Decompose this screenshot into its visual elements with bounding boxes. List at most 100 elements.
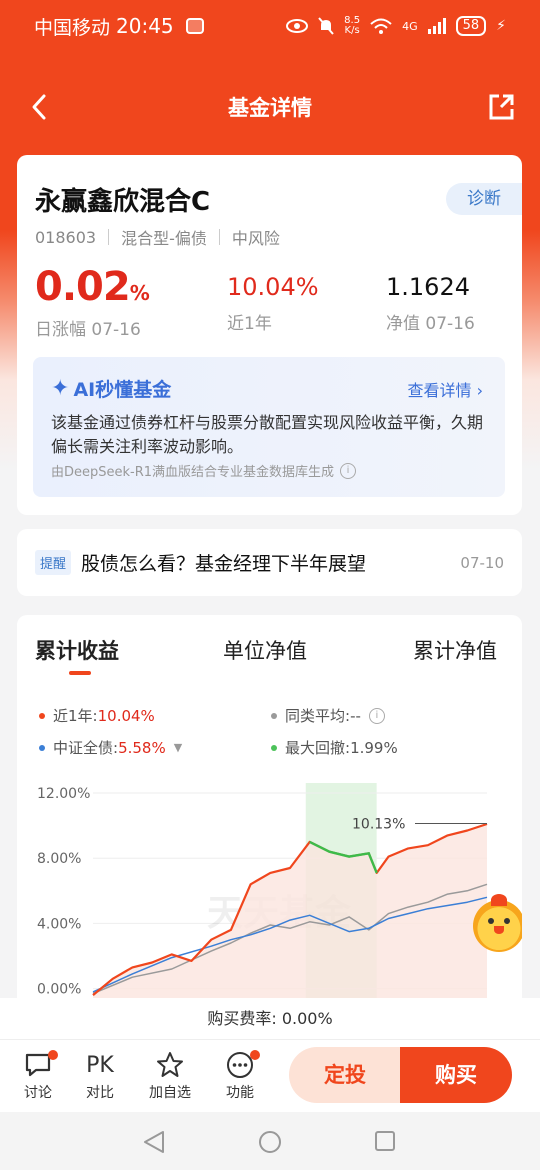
legend-dot [39,744,45,751]
mute-bell-icon [318,17,334,35]
reminder-date: 07-10 [460,553,504,572]
daily-change-label: 日涨幅 07-16 [35,320,141,340]
buy-button[interactable]: 购买 [400,1047,512,1103]
bottom-action-bar: 讨论 PK 对比 加自选 功能 定投 购买 [0,1040,540,1112]
legend-fund-label: 近1年: [53,707,98,725]
functions-button[interactable]: 功能 [210,1048,270,1102]
diagnose-button[interactable]: 诊断 [446,183,522,215]
info-icon[interactable]: i [368,707,385,724]
compare-label: 对比 [86,1085,114,1101]
info-icon[interactable]: i [340,462,357,479]
legend-fund-value: 10.04% [97,706,155,725]
net-speed-unit: K/s [344,25,360,36]
y-tick-label: 0.00% [37,982,81,998]
share-icon[interactable] [486,92,516,122]
legend-bench-value: 5.58% [118,738,166,757]
watchlist-label: 加自选 [149,1085,191,1101]
reminder-text: 股债怎么看？基金经理下半年展望 [81,553,367,575]
legend-peer-value: -- [350,706,361,725]
fee-label: 购买费率: [207,1009,277,1028]
home-circle-icon[interactable] [258,1130,282,1154]
ai-summary-box[interactable]: ✦ AI秒懂基金 查看详情 › 该基金通过债券杠杆与股票分散配置实现风险收益平衡，… [33,357,505,497]
mascot-icon[interactable] [473,894,522,952]
reminder-banner[interactable]: 提醒 股债怎么看？基金经理下半年展望 07-10 [17,529,522,596]
back-triangle-icon[interactable] [143,1130,165,1154]
fund-name: 永赢鑫欣混合C [35,187,211,217]
legend-drawdown: 最大回撤: 1.99% [271,737,398,758]
sip-button[interactable]: 定投 [289,1047,401,1103]
fund-type: 混合型-偏债 [121,229,207,248]
legend-benchmark[interactable]: 中证全债: 5.58% ▼ [39,737,182,758]
performance-chart-card: 累计收益 单位净值 累计净值 近1年: 10.04% 同类平均: -- i 中证全债… [17,615,522,1015]
y-tick-label: 12.00% [37,786,90,802]
tab-cumulative-nav[interactable]: 累计净值 [413,635,497,665]
discuss-label: 讨论 [24,1085,52,1101]
notification-dot [48,1050,58,1060]
legend-bench-label: 中证全债: [53,739,119,757]
carrier-name: 中国移动 [34,16,111,39]
signal-icon [427,18,446,34]
page-title: 基金详情 [228,96,312,120]
year-return-label: 近1年 [227,314,272,334]
ai-summary-title: AI秒懂基金 [73,379,172,401]
y-tick-label: 8.00% [37,851,81,867]
legend-peer: 同类平均: -- i [271,705,385,726]
status-bar: 中国移动 20:45 8.5 K/s 4G 58 ⚡ [0,0,540,52]
daily-change-value: 0.02 [35,264,131,310]
daily-change-metric: 0.02% 日涨幅 07-16 [35,267,150,340]
ai-summary-text: 该基金通过债券杠杆与股票分散配置实现风险收益平衡，久期偏长需关注利率波动影响。 [51,413,484,456]
notification-dot [250,1050,260,1060]
discuss-button[interactable]: 讨论 [8,1048,68,1102]
add-watchlist-button[interactable]: 加自选 [140,1048,200,1102]
charging-icon: ⚡ [496,18,506,34]
fund-code: 018603 [35,227,97,247]
cumulative-return-chart[interactable]: 12.00%8.00%4.00%0.00%天天基金10.13% [17,775,522,1015]
tab-cumulative-return[interactable]: 累计收益 [35,635,119,665]
wifi-icon [370,18,392,34]
ai-view-details-link[interactable]: 查看详情 › [407,377,483,401]
tab-unit-nav[interactable]: 单位净值 [223,635,307,665]
legend-peer-label: 同类平均: [285,707,351,725]
star-icon [157,1052,183,1077]
fee-value: 0.00% [281,1009,333,1028]
back-arrow-icon[interactable] [26,92,56,122]
net-speed: 8.5 K/s [344,16,360,36]
chevron-right-icon: › [476,381,483,400]
ai-source-note: 由DeepSeek-R1满血版结合专业基金数据库生成 i [51,461,357,480]
tab-indicator [69,671,91,675]
functions-label: 功能 [226,1085,254,1101]
pk-icon: PK [86,1052,114,1078]
nav-value: 1.1624 [386,273,470,301]
y-tick-label: 4.00% [37,916,81,932]
ai-summary-section: ✦ AI秒懂基金 查看详情 › 该基金通过债券杠杆与股票分散配置实现风险收益平衡，… [17,343,522,515]
year-return-metric: 10.04% 近1年 [227,267,319,334]
purchase-fee: 购买费率: 0.00% [0,998,540,1040]
reminder-tag: 提醒 [35,550,72,575]
ai-source-text: 由DeepSeek-R1满血版结合专业基金数据库生成 [51,465,335,480]
legend-dot [271,744,277,751]
status-time: 20:45 [116,14,174,38]
app-notification-icon [185,18,204,34]
daily-change-unit: % [129,281,150,305]
network-type: 4G [402,19,418,33]
divider [108,229,110,245]
recents-square-icon[interactable] [374,1130,396,1152]
legend-drawdown-value: 1.99% [350,738,398,757]
fund-info-card: 永赢鑫欣混合C 诊断 018603 混合型-偏债 中风险 0.02% 日涨幅 0… [17,155,522,355]
nav-label: 净值 07-16 [386,314,475,334]
legend-dot [271,712,277,719]
dropdown-triangle-icon: ▼ [173,741,183,754]
year-return-value: 10.04% [227,273,319,301]
legend-drawdown-label: 最大回撤: [285,739,351,757]
legend-fund: 近1年: 10.04% [39,705,155,726]
eye-icon [286,19,309,33]
ai-view-details-label: 查看详情 [407,381,472,400]
compare-button[interactable]: PK 对比 [70,1048,130,1102]
fund-risk: 中风险 [231,229,280,248]
sparkle-icon: ✦ [51,376,70,401]
chart-tabs: 累计收益 单位净值 累计净值 [17,635,522,675]
nav-bar: 基金详情 [0,80,540,134]
legend-dot [39,712,45,719]
battery-level: 58 [455,16,487,36]
peak-annotation: 10.13% [352,816,405,832]
